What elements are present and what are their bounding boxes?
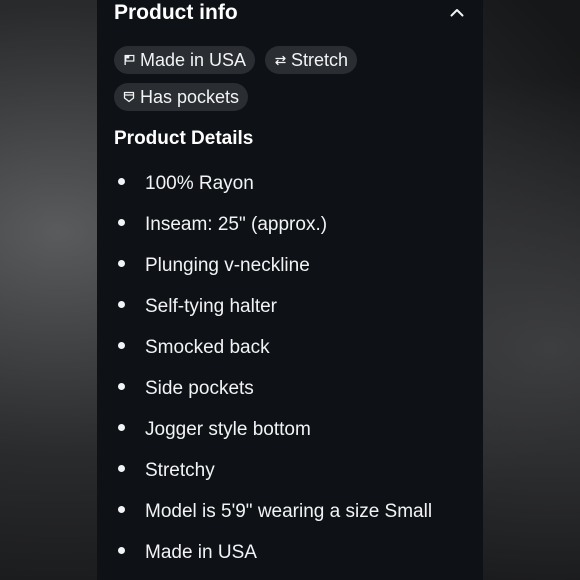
list-item: Jogger style bottom: [114, 412, 468, 453]
list-item: Plunging v-neckline: [114, 248, 468, 289]
bullet: [118, 465, 125, 472]
product-info-panel: Product info Made in USA Stretch Has poc…: [97, 0, 483, 580]
bullet: [118, 219, 125, 226]
list-item: Self-tying halter: [114, 289, 468, 330]
chevron-up-icon: [450, 4, 464, 22]
bullet: [118, 547, 125, 554]
chip-label: Has pockets: [140, 86, 240, 107]
product-details-list: 100% Rayon Inseam: 25" (approx.) Plungin…: [114, 166, 468, 576]
list-item-text: Inseam: 25" (approx.): [145, 214, 328, 235]
list-item: Made in USA: [114, 535, 468, 576]
bullet: [118, 260, 125, 267]
pocket-icon: [122, 90, 136, 104]
product-details-title: Product Details: [114, 128, 254, 149]
product-info-title: Product info: [114, 1, 238, 24]
list-item-text: Plunging v-neckline: [145, 255, 310, 276]
list-item: Model is 5'9" wearing a size Small: [114, 494, 468, 535]
list-item-text: Side pockets: [145, 378, 254, 399]
list-item-text: Smocked back: [145, 337, 270, 358]
chip-label: Made in USA: [140, 49, 247, 70]
list-item-text: 100% Rayon: [145, 173, 254, 194]
list-item: Smocked back: [114, 330, 468, 371]
chip-has-pockets: Has pockets: [114, 83, 249, 111]
bullet: [118, 301, 125, 308]
flag-icon: [122, 53, 136, 67]
bullet: [118, 506, 125, 513]
list-item: Inseam: 25" (approx.): [114, 207, 468, 248]
list-item: Side pockets: [114, 371, 468, 412]
collapse-button[interactable]: [446, 2, 468, 24]
chip-stretch: Stretch: [265, 46, 358, 74]
list-item-text: Self-tying halter: [145, 296, 278, 317]
list-item-text: Model is 5'9" wearing a size Small: [145, 501, 433, 522]
chip-made-in-usa: Made in USA: [114, 46, 256, 74]
list-item-text: Made in USA: [145, 542, 257, 563]
list-item-text: Stretchy: [145, 460, 215, 481]
bullet: [118, 178, 125, 185]
bullet: [118, 424, 125, 431]
list-item: Stretchy: [114, 453, 468, 494]
bullet: [118, 383, 125, 390]
chip-label: Stretch: [291, 49, 349, 70]
stretch-icon: [273, 53, 287, 67]
list-item-text: Jogger style bottom: [145, 419, 311, 440]
product-info-header[interactable]: Product info: [114, 0, 468, 28]
list-item: 100% Rayon: [114, 166, 468, 207]
bullet: [118, 342, 125, 349]
